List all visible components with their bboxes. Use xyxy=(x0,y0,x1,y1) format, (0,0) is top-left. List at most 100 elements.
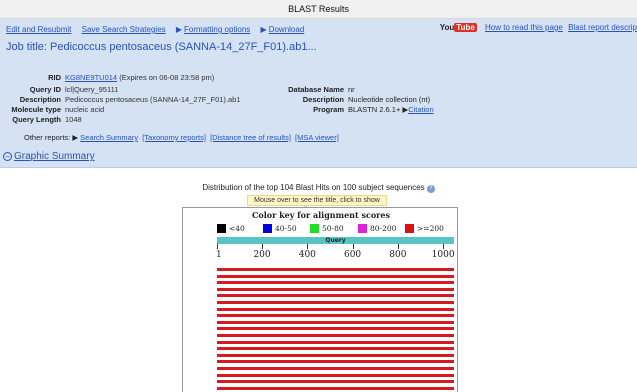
database-description-row: Description Nucleotide collection (nt) xyxy=(276,95,434,105)
description-row: Description Pedicoccus pentosaceus (SANN… xyxy=(0,95,241,105)
hit-bar[interactable] xyxy=(217,340,454,344)
youtube-you-text: You xyxy=(439,23,455,32)
mouseover-hint: Mouse over to see the title, click to sh… xyxy=(247,195,387,214)
hit-bar[interactable] xyxy=(217,327,454,331)
report-toolbar: Edit and Resubmit Save Search Strategies… xyxy=(6,25,312,34)
download-arrow-icon: ▶ xyxy=(260,25,267,34)
query-length-label: Query Length xyxy=(12,115,61,124)
color-key-item-lt40: <40 xyxy=(217,224,245,233)
molecule-type-value: nucleic acid xyxy=(65,105,105,114)
axis-tick xyxy=(307,244,309,249)
program-value: BLASTN 2.6.1+ xyxy=(348,105,401,114)
citation-link[interactable]: Citation xyxy=(408,105,433,114)
query-id-row: Query ID lcl|Query_95111 xyxy=(0,85,241,95)
query-id-label: Query ID xyxy=(29,85,61,94)
hit-bar[interactable] xyxy=(217,281,454,285)
hit-bar[interactable] xyxy=(217,380,454,384)
axis-tick xyxy=(397,244,399,249)
query-length-row: Query Length 1048 xyxy=(0,115,241,125)
formatting-arrow-icon: ▶ xyxy=(175,25,183,34)
collapse-toggle-icon[interactable]: − xyxy=(3,152,12,161)
color-swatch xyxy=(405,224,414,233)
database-name-row: Database Name nr xyxy=(276,85,434,95)
hit-bar[interactable] xyxy=(217,301,454,304)
query-info-left: RID KG8NE9TU014 (Expires on 06-08 23:58 … xyxy=(0,73,241,125)
axis-tick xyxy=(443,244,445,249)
distance-tree-link[interactable]: [Distance tree of results] xyxy=(210,133,291,142)
search-summary-link[interactable]: Search Summary xyxy=(80,133,138,142)
hit-bar[interactable] xyxy=(217,287,454,291)
graphic-summary-header[interactable]: − Graphic Summary xyxy=(3,151,95,162)
hit-bar[interactable] xyxy=(217,386,454,390)
color-key-label: 40-50 xyxy=(275,224,297,233)
window-title: BLAST Results xyxy=(288,4,349,14)
molecule-type-label: Molecule type xyxy=(11,105,61,114)
program-row: Program BLASTN 2.6.1+ ▶Citation xyxy=(276,105,433,115)
blast-report-description-link[interactable]: Blast report descrip xyxy=(568,23,637,32)
axis-tick xyxy=(352,244,354,249)
color-swatch xyxy=(263,224,272,233)
alignment-graphic: Color key for alignment scores <40 40-50… xyxy=(182,207,458,392)
query-bar: Query xyxy=(217,237,454,244)
rid-label: RID xyxy=(48,73,61,82)
hit-bar[interactable] xyxy=(217,347,454,351)
hit-bar[interactable] xyxy=(217,334,454,337)
program-label: Program xyxy=(313,105,344,114)
hit-bar[interactable] xyxy=(217,373,454,377)
query-length-value: 1048 xyxy=(65,115,82,124)
youtube-icon[interactable]: You Tube xyxy=(440,23,480,32)
axis-tick-label: 800 xyxy=(389,250,407,260)
hit-bar[interactable] xyxy=(217,314,454,318)
database-description-label: Description xyxy=(302,95,344,104)
database-info-right: Database Name nr Description Nucleotide … xyxy=(276,85,434,115)
hit-bar[interactable] xyxy=(217,307,454,311)
rid-expires: (Expires on 06-08 23:58 pm) xyxy=(119,73,215,82)
color-key-label: 50-80 xyxy=(322,224,344,233)
color-key-label: >=200 xyxy=(417,224,444,233)
axis-tick-label: 1 xyxy=(216,250,222,260)
hit-bar[interactable] xyxy=(217,320,454,324)
window-title-bar: BLAST Results xyxy=(0,0,637,19)
hit-bar[interactable] xyxy=(217,294,454,298)
rid-row: RID KG8NE9TU014 (Expires on 06-08 23:58 … xyxy=(0,73,241,83)
color-key-item-50-80: 50-80 xyxy=(310,224,344,233)
axis-tick-label: 400 xyxy=(298,250,316,260)
other-reports-arrow-icon: ▶ xyxy=(72,133,79,142)
formatting-options-link[interactable]: Formatting options xyxy=(184,25,250,34)
download-link[interactable]: Download xyxy=(269,25,305,34)
how-to-read-link[interactable]: How to read this page xyxy=(485,23,563,32)
color-key-item-40-50: 40-50 xyxy=(263,224,297,233)
hit-bar[interactable] xyxy=(217,268,454,271)
database-name-value: nr xyxy=(348,85,355,94)
color-key-item-80-200: 80-200 xyxy=(358,224,396,233)
save-search-strategies-link[interactable]: Save Search Strategies xyxy=(82,25,166,34)
color-key-label: 80-200 xyxy=(370,224,397,233)
axis-tick xyxy=(217,244,218,249)
query-bar-label: Query xyxy=(325,237,346,244)
axis-tick-label: 600 xyxy=(343,250,362,260)
distribution-text: Distribution of the top 104 Blast Hits o… xyxy=(202,183,425,192)
color-swatch xyxy=(310,224,319,233)
hit-bar[interactable] xyxy=(217,360,454,364)
color-key-item-gte200: >=200 xyxy=(405,224,444,233)
description-label: Description xyxy=(19,95,61,104)
distribution-caption: Distribution of the top 104 Blast Hits o… xyxy=(0,183,637,193)
msa-viewer-link[interactable]: [MSA viewer] xyxy=(295,133,339,142)
axis-tick-label: 200 xyxy=(253,250,271,260)
taxonomy-reports-link[interactable]: [Taxonomy reports] xyxy=(142,133,206,142)
report-header-panel: Edit and Resubmit Save Search Strategies… xyxy=(0,19,637,168)
graphic-summary-title[interactable]: Graphic Summary xyxy=(14,151,95,162)
description-value: Pedicoccus pentosaceus (SANNA-14_27F_F01… xyxy=(65,95,241,104)
edit-resubmit-link[interactable]: Edit and Resubmit xyxy=(6,25,71,34)
hit-bar[interactable] xyxy=(217,353,454,357)
hit-bar[interactable] xyxy=(217,367,454,370)
color-swatch xyxy=(217,224,226,233)
database-name-label: Database Name xyxy=(288,85,344,94)
axis-tick-label: 1000 xyxy=(431,250,455,260)
hit-bar[interactable] xyxy=(217,274,454,278)
other-reports: Other reports: ▶ Search Summary [Taxonomy… xyxy=(24,133,339,142)
molecule-type-row: Molecule type nucleic acid xyxy=(0,105,241,115)
help-icon[interactable]: ? xyxy=(426,185,435,193)
rid-link[interactable]: KG8NE9TU014 xyxy=(65,73,117,82)
database-description-value: Nucleotide collection (nt) xyxy=(348,95,431,104)
